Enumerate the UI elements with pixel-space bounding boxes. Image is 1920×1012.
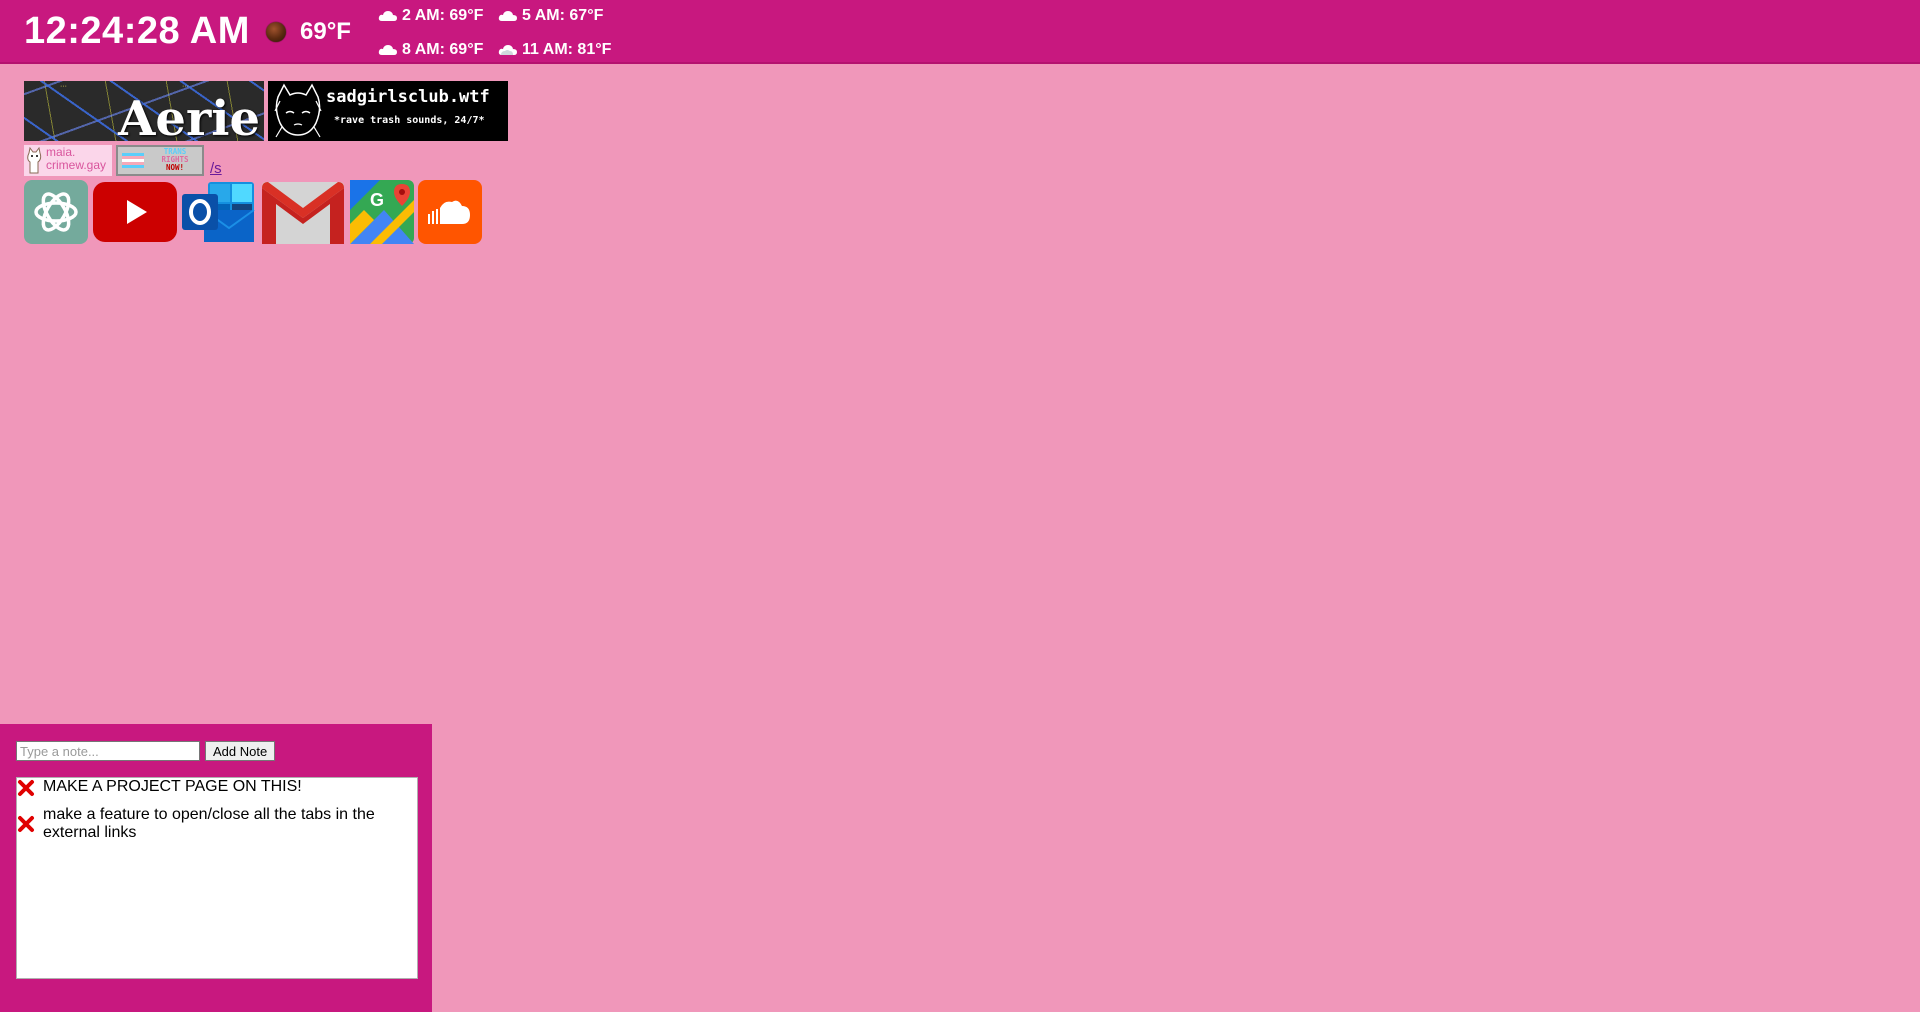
cat-icon — [27, 147, 42, 174]
map-label: ··· — [182, 83, 189, 90]
soundcloud-icon[interactable] — [418, 180, 482, 244]
delete-note-icon[interactable] — [17, 779, 35, 797]
outlook-icon[interactable] — [182, 180, 256, 244]
top-bar: 12:24:28 AM 69°F 2 AM: 69°F 5 AM: 67°F 8… — [0, 0, 1920, 64]
sadgirlsclub-subtitle: *rave trash sounds, 24/7* — [334, 115, 485, 126]
add-note-button[interactable]: Add Note — [205, 741, 276, 761]
svg-text:G: G — [370, 190, 384, 210]
aerie-banner[interactable]: ··· ··· Aerie — [24, 81, 264, 141]
map-label: ··· — [60, 83, 67, 90]
note-item: MAKE A PROJECT PAGE ON THIS! — [17, 778, 417, 796]
forecast-label: 11 AM: 81°F — [522, 41, 612, 58]
cloud-icon — [378, 11, 397, 21]
note-item: make a feature to open/close all the tab… — [17, 806, 417, 842]
aerie-title: Aerie — [118, 91, 260, 141]
forecast-item: 2 AM: 69°F — [378, 6, 498, 26]
youtube-icon[interactable] — [92, 180, 178, 244]
hourly-forecast: 2 AM: 69°F 5 AM: 67°F 8 AM: 69°F 11 AM: … — [378, 6, 618, 60]
forecast-item: 5 AM: 67°F — [498, 6, 618, 26]
clock: 12:24:28 AM — [24, 10, 250, 52]
trans-line3: NOW! — [165, 163, 185, 172]
trans-rights-button[interactable]: TRANS RIGHTS NOW! — [116, 145, 204, 176]
delete-note-icon[interactable] — [17, 815, 35, 833]
forecast-label: 8 AM: 69°F — [402, 41, 484, 58]
google-maps-icon[interactable]: G — [350, 180, 414, 244]
current-weather: 69°F — [266, 18, 351, 46]
forecast-label: 2 AM: 69°F — [402, 7, 484, 24]
site-banners: ··· ··· Aerie sadgirlsclub.wtf *rave tra… — [24, 81, 508, 141]
maia-line2: crimew.gay — [46, 158, 107, 172]
partly-cloudy-icon — [498, 45, 517, 55]
slash-link[interactable]: /s — [210, 161, 222, 176]
gmail-icon[interactable] — [260, 180, 346, 244]
cloud-icon — [378, 45, 397, 55]
note-text: make a feature to open/close all the tab… — [43, 806, 375, 841]
forecast-item: 8 AM: 69°F — [378, 40, 498, 60]
chatgpt-icon[interactable] — [24, 180, 88, 244]
note-text: MAKE A PROJECT PAGE ON THIS! — [43, 778, 302, 795]
app-shortcuts: G — [24, 180, 482, 244]
maia-button[interactable]: maia. crimew.gay — [24, 145, 112, 176]
note-input[interactable] — [16, 741, 200, 761]
note-list: MAKE A PROJECT PAGE ON THIS! make a feat… — [16, 777, 418, 979]
trans-text: TRANS RIGHTS NOW! — [148, 148, 202, 172]
link-buttons: maia. crimew.gay TRANS RIGHTS NOW! /s — [24, 145, 222, 176]
trans-flag-icon — [122, 153, 144, 168]
anime-girl-drawing — [274, 83, 322, 138]
current-temperature: 69°F — [300, 18, 351, 45]
forecast-item: 11 AM: 81°F — [498, 40, 618, 60]
cloud-icon — [498, 11, 517, 21]
moon-icon — [266, 22, 286, 42]
forecast-label: 5 AM: 67°F — [522, 7, 604, 24]
notes-panel: Add Note MAKE A PROJECT PAGE ON THIS! ma… — [0, 724, 432, 1012]
sadgirlsclub-banner[interactable]: sadgirlsclub.wtf *rave trash sounds, 24/… — [268, 81, 508, 141]
sadgirlsclub-title: sadgirlsclub.wtf — [326, 87, 490, 107]
maia-text: maia. crimew.gay — [46, 146, 106, 172]
